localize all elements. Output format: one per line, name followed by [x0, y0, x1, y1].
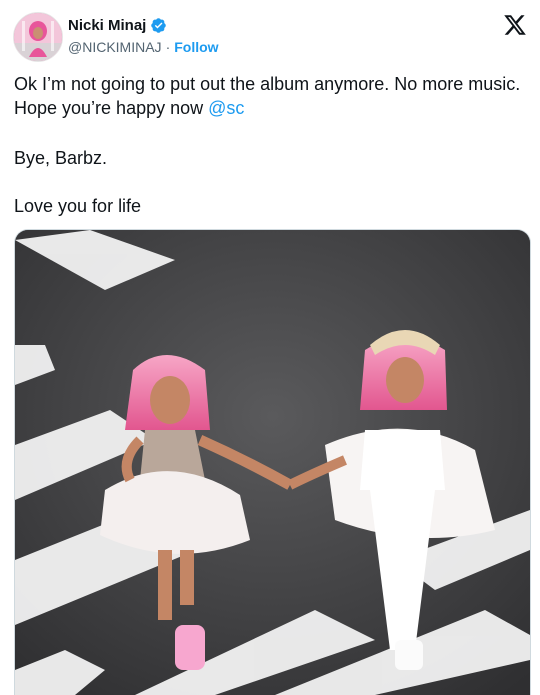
mention-link[interactable]: @sc [208, 98, 244, 118]
separator-dot: · [165, 39, 171, 55]
x-logo-icon[interactable] [503, 13, 527, 37]
tweet-text-paragraph-1: Ok I’m not going to put out the album an… [14, 72, 529, 120]
verified-badge-icon [151, 17, 167, 33]
tweet-text-paragraph-2: Bye, Barbz. [14, 148, 108, 168]
photo-image [15, 230, 530, 695]
author-handle[interactable]: @NICKIMINAJ [68, 39, 162, 55]
tweet-text-paragraph-3: Love you for life [14, 196, 142, 216]
avatar[interactable] [13, 12, 63, 62]
display-name[interactable]: Nicki Minaj [68, 17, 146, 34]
author-handle-row: @NICKIMINAJ · Follow [68, 39, 219, 55]
tweet-card: Nicki Minaj @NICKIMINAJ · Follow Ok I’m … [0, 0, 540, 695]
tweet-text-line: Ok I’m not going to put out the album an… [14, 74, 521, 118]
author-name-row: Nicki Minaj [68, 14, 167, 36]
tweet-media-photo[interactable] [14, 229, 531, 695]
follow-button[interactable]: Follow [174, 39, 218, 55]
avatar-image [14, 13, 62, 61]
